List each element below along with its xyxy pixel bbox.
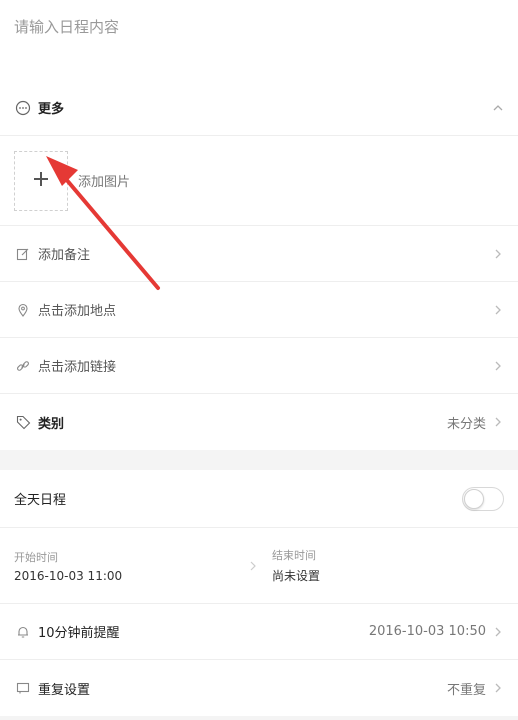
add-location-label: 点击添加地点	[38, 304, 117, 319]
more-icon	[14, 99, 32, 117]
repeat-icon	[14, 679, 32, 697]
schedule-form-bottom: 全天日程 开始时间 2016-10-03 11:00 结束时间 尚未设置 10分…	[0, 470, 518, 716]
schedule-content-placeholder: 请输入日程内容	[14, 18, 120, 36]
add-link-row[interactable]: 点击添加链接	[0, 338, 518, 394]
start-time-value: 2016-10-03 11:00	[14, 568, 123, 583]
more-toggle-row[interactable]: 更多	[0, 80, 518, 136]
image-section: 添加图片	[0, 136, 518, 226]
location-pin-icon	[14, 301, 32, 319]
bell-icon	[14, 623, 32, 641]
add-note-row[interactable]: 添加备注	[0, 226, 518, 282]
repeat-label: 重复设置	[38, 682, 91, 698]
add-location-row[interactable]: 点击添加地点	[0, 282, 518, 338]
category-row[interactable]: 类别 未分类	[0, 394, 518, 450]
edit-icon	[14, 245, 32, 263]
end-time-field[interactable]: 结束时间 尚未设置	[260, 547, 504, 584]
link-icon	[14, 357, 32, 375]
chevron-right-icon	[492, 360, 504, 372]
schedule-form-top: 请输入日程内容 更多 添加图片 添加备注 点击添加地点 点击添加链接 类别 未分…	[0, 0, 518, 450]
category-label: 类别	[38, 416, 65, 432]
start-time-field[interactable]: 开始时间 2016-10-03 11:00	[14, 549, 246, 583]
repeat-row[interactable]: 重复设置 不重复	[0, 660, 518, 716]
add-image-button[interactable]	[14, 150, 68, 211]
chevron-up-icon	[492, 102, 504, 114]
chevron-right-icon	[492, 304, 504, 316]
plus-icon	[32, 170, 50, 192]
end-time-value: 尚未设置	[272, 569, 321, 583]
reminder-row[interactable]: 10分钟前提醒 2016-10-03 10:50	[0, 604, 518, 660]
chevron-right-icon	[492, 416, 504, 428]
all-day-toggle[interactable]	[462, 486, 504, 511]
schedule-content-input[interactable]: 请输入日程内容	[0, 0, 518, 80]
toggle-knob	[464, 488, 484, 509]
tag-icon	[14, 413, 32, 431]
reminder-value: 2016-10-03 10:50	[368, 624, 486, 639]
repeat-value: 不重复	[446, 682, 486, 698]
end-time-label: 结束时间	[272, 549, 316, 562]
time-range-row: 开始时间 2016-10-03 11:00 结束时间 尚未设置	[0, 528, 518, 604]
add-link-label: 点击添加链接	[38, 360, 117, 375]
section-gap	[0, 450, 518, 470]
reminder-label: 10分钟前提醒	[38, 626, 120, 641]
all-day-row: 全天日程	[0, 470, 518, 528]
all-day-label: 全天日程	[14, 493, 67, 508]
chevron-right-icon	[492, 248, 504, 260]
more-label: 更多	[38, 102, 65, 117]
chevron-right-icon	[492, 626, 504, 638]
chevron-right-icon	[246, 560, 260, 572]
add-image-label: 添加图片	[78, 175, 131, 190]
add-note-label: 添加备注	[38, 248, 91, 263]
category-value: 未分类	[446, 416, 486, 432]
start-time-label: 开始时间	[14, 550, 58, 564]
chevron-right-icon	[492, 682, 504, 694]
